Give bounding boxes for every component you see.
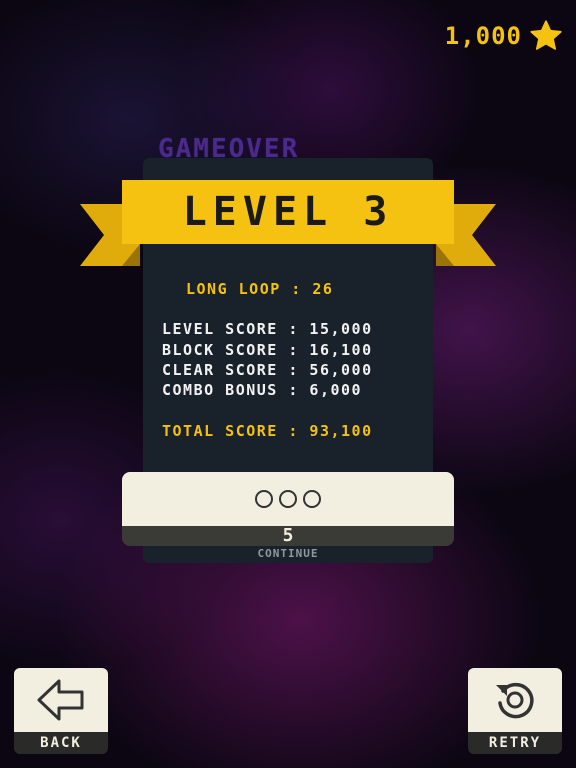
loading-dot-icon — [255, 490, 273, 508]
continue-button[interactable] — [122, 472, 454, 526]
arrow-left-icon — [37, 679, 84, 721]
level-title: LEVEL 3 — [182, 189, 394, 235]
coin-count: 1,000 — [444, 22, 522, 50]
long-loop-stat: LONG LOOP : 26 — [186, 280, 334, 298]
retry-button-face[interactable] — [468, 668, 562, 732]
level-banner: LEVEL 3 — [122, 180, 454, 244]
continue-countdown-bar: 5 — [122, 526, 454, 546]
back-button[interactable]: BACK — [14, 668, 108, 754]
back-button-face[interactable] — [14, 668, 108, 732]
combo-bonus-stat: COMBO BONUS : 6,000 — [162, 381, 363, 399]
continue-label: CONTINUE — [257, 547, 319, 560]
back-button-label[interactable]: BACK — [14, 732, 108, 754]
continue-countdown: 5 — [282, 525, 294, 546]
retry-button-label[interactable]: RETRY — [468, 732, 562, 754]
clear-score-stat: CLEAR SCORE : 56,000 — [162, 361, 373, 379]
retry-button[interactable]: RETRY — [468, 668, 562, 754]
star-icon — [530, 20, 562, 50]
retry-icon — [496, 682, 534, 719]
coin-counter: 1,000 — [445, 16, 564, 56]
loading-dot-icon — [279, 490, 297, 508]
loading-dot-icon — [303, 490, 321, 508]
level-score-stat: LEVEL SCORE : 15,000 — [162, 320, 373, 338]
total-score-stat: TOTAL SCORE : 93,100 — [162, 422, 373, 440]
block-score-stat: BLOCK SCORE : 16,100 — [162, 341, 373, 359]
